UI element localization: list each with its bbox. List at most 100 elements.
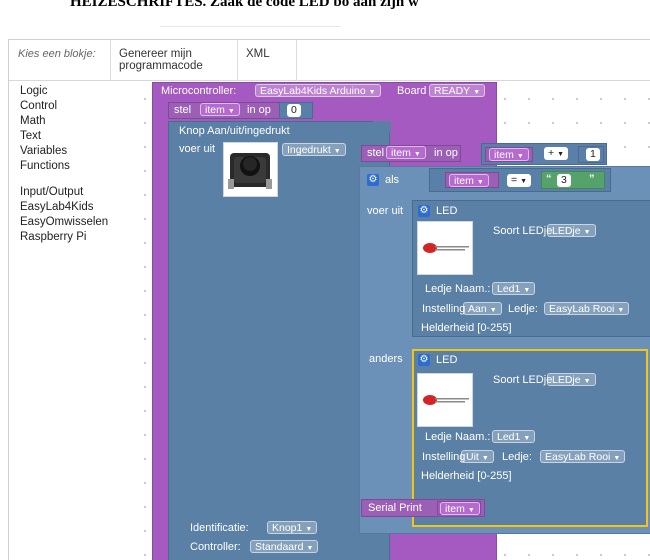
button-title: Knop Aan/uit/ingedrukt: [179, 125, 290, 137]
toolbox-item-variables[interactable]: Variables: [20, 145, 67, 157]
led-name-dropdown[interactable]: Led1 ▼: [492, 430, 536, 443]
chevron-down-icon: ▼: [305, 526, 313, 533]
tab-xml[interactable]: XML: [237, 40, 297, 80]
micro-label: Microcontroller:: [161, 85, 237, 97]
tab-generate-code[interactable]: Genereer mijn programmacode: [110, 40, 237, 80]
tab-bar: Kies een blokje: Genereer mijn programma…: [9, 40, 650, 81]
open-quote-icon: “: [546, 173, 552, 185]
pushbutton-image: [223, 142, 278, 197]
chevron-down-icon: ▼: [557, 151, 565, 158]
instelling-label: Instelling: [422, 303, 466, 315]
button-state-value: Ingedrukt: [287, 144, 331, 156]
operator-dropdown[interactable]: + ▼: [544, 147, 569, 160]
toolbox-item-raspberry-pi[interactable]: Raspberry Pi: [20, 231, 86, 243]
document-heading: HEIZESCHRIFTES. Zaak de code LED bo aan …: [70, 0, 419, 10]
chevron-down-icon: ▼: [368, 89, 376, 96]
chevron-down-icon: ▼: [516, 153, 524, 160]
chevron-down-icon: ▼: [583, 229, 591, 236]
string-value[interactable]: 3: [557, 174, 571, 187]
led-icon: [423, 243, 469, 253]
button-block[interactable]: [168, 121, 390, 560]
chevron-down-icon: ▼: [523, 287, 531, 294]
board-value: EasyLab4Kids Arduino: [260, 85, 366, 97]
gear-icon[interactable]: ⚙: [418, 354, 430, 366]
chevron-down-icon: ▼: [520, 178, 528, 185]
variable-dropdown[interactable]: item ▼: [489, 148, 529, 161]
in-op-label: in op: [434, 147, 458, 159]
soort-led-dropdown[interactable]: LEDje ▼: [547, 373, 596, 386]
number-value[interactable]: 0: [287, 104, 301, 117]
category-hint: Kies een blokje:: [18, 48, 96, 60]
led-image: [417, 373, 473, 427]
board-label: Board: [397, 85, 427, 97]
toolbox-item-math[interactable]: Math: [20, 115, 46, 127]
variable-name: item: [445, 503, 465, 515]
ledje-label: Ledje:: [508, 303, 538, 315]
als-label: als: [385, 174, 400, 186]
toolbox-item-control[interactable]: Control: [20, 100, 57, 112]
set-keyword: stel: [174, 104, 192, 116]
toolbox-item-input-output[interactable]: Input/Output: [20, 186, 83, 198]
variable-dropdown[interactable]: item ▼: [200, 103, 240, 116]
button-state-dropdown[interactable]: Ingedrukt ▼: [282, 143, 346, 156]
variable-name: item: [205, 104, 225, 116]
operator-value: =: [511, 174, 518, 186]
controller-label: Controller:: [190, 541, 241, 553]
operator-dropdown[interactable]: = ▼: [507, 174, 532, 187]
variable-dropdown[interactable]: item ▼: [440, 502, 480, 515]
voer-uit-label: voer uit: [367, 205, 404, 217]
chevron-down-icon: ▼: [489, 307, 497, 314]
led-name-dropdown[interactable]: Led1 ▼: [492, 282, 536, 295]
number-value[interactable]: 1: [586, 148, 600, 161]
led-icon: [423, 395, 469, 405]
variable-name: item: [494, 149, 514, 161]
ledje-label: Ledje:: [502, 451, 532, 463]
variable-name: item: [391, 147, 411, 159]
led-image: [417, 221, 473, 275]
soort-led-label: Soort LEDje: [493, 225, 553, 237]
instelling-dropdown[interactable]: Uit ▼: [461, 450, 494, 463]
soort-led-value: LEDje: [552, 225, 581, 237]
soort-led-label: Soort LEDje: [493, 374, 553, 386]
toolbox-item-text[interactable]: Text: [20, 130, 41, 142]
chevron-down-icon: ▼: [306, 545, 314, 552]
blockly-editor: Kies een blokje: Genereer mijn programma…: [8, 39, 650, 560]
controller-dropdown[interactable]: Standaard ▼: [250, 540, 319, 553]
led-title: LED: [436, 205, 458, 217]
workspace[interactable]: Microcontroller: EasyLab4Kids Arduino ▼ B…: [129, 81, 650, 560]
anders-label: anders: [369, 353, 403, 365]
operator-value: +: [548, 147, 555, 159]
chevron-down-icon: ▼: [583, 378, 591, 385]
status-dropdown[interactable]: READY ▼: [429, 84, 486, 97]
led-name-label: Ledje Naam.:: [425, 431, 491, 443]
ledje-value: EasyLab Rooi: [549, 303, 615, 315]
gear-icon[interactable]: ⚙: [418, 205, 430, 217]
document-header: HEIZESCHRIFTES. Zaak de code LED bo aan …: [0, 0, 650, 30]
in-op-label: in op: [247, 104, 271, 116]
controller-value: Standaard: [255, 541, 304, 553]
variable-dropdown[interactable]: item ▼: [386, 146, 426, 159]
toolbox-item-easyomwisselen[interactable]: EasyOmwisselen: [20, 216, 108, 228]
led-title: LED: [436, 354, 458, 366]
led-name-value: Led1: [497, 283, 521, 295]
ident-dropdown[interactable]: Knop1 ▼: [267, 521, 318, 534]
ident-value: Knop1: [272, 522, 303, 534]
board-dropdown[interactable]: EasyLab4Kids Arduino ▼: [255, 84, 381, 97]
ledje-dropdown[interactable]: EasyLab Rooi ▼: [540, 450, 626, 463]
chevron-down-icon: ▼: [617, 307, 625, 314]
document-rule: [160, 26, 340, 27]
soort-led-dropdown[interactable]: LEDje ▼: [547, 224, 596, 237]
chevron-down-icon: ▼: [227, 108, 235, 115]
variable-name: item: [454, 175, 474, 187]
instelling-dropdown[interactable]: Aan ▼: [463, 302, 502, 315]
toolbox-item-logic[interactable]: Logic: [20, 85, 48, 97]
variable-dropdown[interactable]: item ▼: [449, 174, 489, 187]
ledje-dropdown[interactable]: EasyLab Rooi ▼: [544, 302, 630, 315]
toolbox: Logic Control Math Text Variables Functi…: [9, 81, 129, 560]
close-quote-icon: ”: [589, 173, 595, 185]
toolbox-item-easylab4kids[interactable]: EasyLab4Kids: [20, 201, 94, 213]
chevron-down-icon: ▼: [467, 507, 475, 514]
toolbox-item-functions[interactable]: Functions: [20, 160, 70, 172]
gear-icon[interactable]: ⚙: [367, 174, 379, 186]
chevron-down-icon: ▼: [613, 455, 621, 462]
